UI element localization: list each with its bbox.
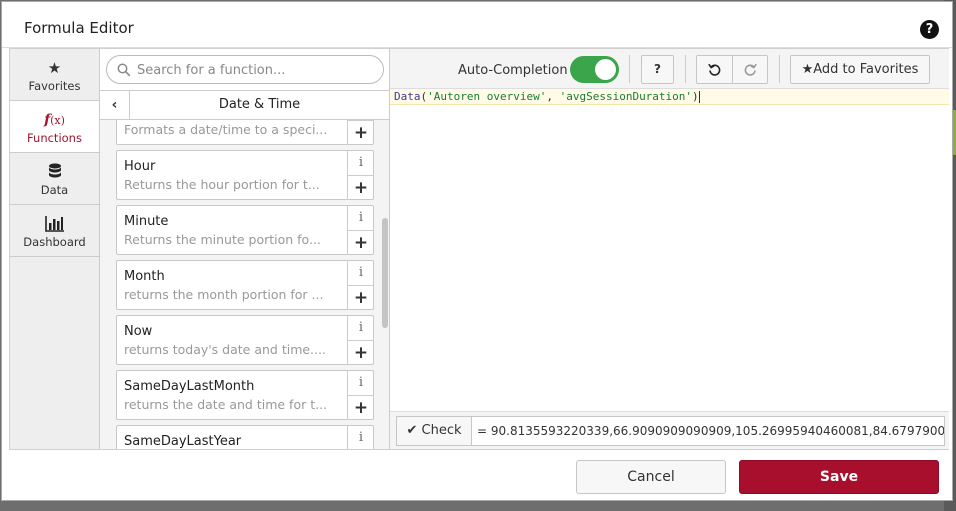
info-icon[interactable]: i [347, 371, 374, 395]
add-to-favorites-button[interactable]: ★Add to Favorites [790, 55, 930, 84]
checkmark-icon: ✔ [406, 423, 418, 438]
code-punctuation: ) [692, 90, 699, 103]
add-icon[interactable]: + [347, 175, 374, 200]
bar-chart-icon [10, 215, 99, 233]
add-icon[interactable]: + [347, 230, 374, 255]
function-description: returns the date and time for t... [124, 397, 328, 412]
function-list: Formats a date/time to a speci... i + Ho… [100, 120, 389, 449]
code-function: Data [394, 90, 421, 103]
function-list-scrollbar[interactable] [381, 120, 389, 449]
info-icon[interactable]: i [347, 151, 374, 175]
function-name: SameDayLastMonth [124, 379, 255, 394]
function-panel: ‹ Date & Time Formats a date/time to a s… [100, 49, 390, 449]
code-punctuation: , [546, 90, 560, 103]
formula-editor: Auto-Completion ? ★Add to Favorites Data… [390, 49, 949, 449]
toolbar-divider [779, 55, 780, 83]
formula-code-line[interactable]: Data('Autoren overview', 'avgSessionDura… [390, 89, 949, 105]
nav-label: Favorites [28, 79, 81, 93]
nav-label: Functions [27, 131, 82, 145]
function-description: Formats a date/time to a speci... [124, 122, 328, 137]
add-icon[interactable]: + [347, 340, 374, 365]
search-icon [117, 62, 131, 77]
check-bar: ✔ Check = 90.8135593220339,66.9090909090… [390, 411, 949, 449]
nav-label: Data [40, 183, 69, 197]
info-icon[interactable]: i [347, 426, 374, 449]
toggle-knob [595, 59, 616, 80]
scroll-thumb[interactable] [382, 218, 388, 328]
info-icon[interactable]: i [347, 261, 374, 285]
function-search [106, 55, 384, 84]
function-item[interactable]: SameDayLastYear i + [116, 425, 374, 449]
function-name: SameDayLastYear [124, 434, 242, 449]
dialog-title: Formula Editor [24, 19, 134, 37]
database-icon [10, 163, 99, 181]
chevron-left-icon[interactable]: ‹ [100, 91, 130, 119]
category-bar: ‹ Date & Time [100, 90, 389, 120]
nav-label: Dashboard [23, 235, 86, 249]
star-icon: ★ [47, 59, 62, 77]
formula-editor-dialog: Formula Editor ? ★ Favorites f(x) Functi… [1, 1, 953, 501]
function-name: Month [124, 269, 165, 284]
help-button[interactable]: ? [641, 55, 674, 84]
info-icon[interactable]: i [347, 206, 374, 230]
function-item[interactable]: SameDayLastMonth returns the date and ti… [116, 370, 374, 420]
cancel-button[interactable]: Cancel [576, 460, 726, 494]
save-button[interactable]: Save [739, 460, 939, 494]
undo-button[interactable] [696, 55, 733, 84]
toolbar-divider [685, 55, 686, 83]
add-icon[interactable]: + [347, 395, 374, 420]
dialog-title-bar: Formula Editor ? [2, 2, 952, 48]
redo-button[interactable] [733, 55, 768, 84]
function-icon: f(x) [44, 112, 65, 128]
function-item[interactable]: Month returns the month portion for ... … [116, 260, 374, 310]
function-description: Returns the minute portion fo... [124, 232, 321, 247]
code-string: 'avgSessionDuration' [559, 90, 693, 103]
nav-item-dashboard[interactable]: Dashboard [10, 205, 99, 257]
function-name: Hour [124, 159, 156, 174]
dialog-body: ★ Favorites f(x) Functions Data Dashboar… [9, 48, 949, 450]
autocomplete-label: Auto-Completion [458, 63, 568, 78]
autocomplete-toggle[interactable] [570, 56, 619, 83]
redo-icon [744, 62, 757, 77]
toolbar-divider [629, 55, 630, 83]
function-item[interactable]: Minute Returns the minute portion fo... … [116, 205, 374, 255]
star-icon: ★ [801, 62, 814, 77]
function-description: returns the month portion for ... [124, 287, 324, 302]
code-string: 'Autoren overview' [427, 90, 547, 103]
help-icon[interactable]: ? [920, 20, 939, 39]
search-input[interactable] [137, 60, 377, 80]
function-item[interactable]: Hour Returns the hour portion for t... i… [116, 150, 374, 200]
editor-toolbar: Auto-Completion ? ★Add to Favorites [390, 49, 949, 89]
check-label: Check [421, 423, 462, 438]
check-button[interactable]: ✔ Check [396, 416, 471, 446]
check-result: = 90.8135593220339,66.9090909090909,105.… [471, 416, 945, 446]
text-cursor [698, 91, 700, 103]
nav-item-favorites[interactable]: ★ Favorites [10, 49, 99, 101]
add-icon[interactable]: + [347, 120, 374, 145]
function-name: Minute [124, 214, 169, 229]
function-name: Now [124, 324, 153, 339]
function-item[interactable]: Now returns today's date and time.... i … [116, 315, 374, 365]
category-title: Date & Time [218, 97, 301, 112]
function-description: Returns the hour portion for t... [124, 177, 320, 192]
nav-item-data[interactable]: Data [10, 153, 99, 205]
favorites-label: Add to Favorites [813, 62, 919, 77]
nav-item-functions[interactable]: f(x) Functions [10, 101, 99, 153]
category-nav: ★ Favorites f(x) Functions Data Dashboar… [10, 49, 100, 449]
undo-icon [708, 62, 721, 77]
add-icon[interactable]: + [347, 285, 374, 310]
function-description: returns today's date and time.... [124, 342, 326, 357]
info-icon[interactable]: i [347, 316, 374, 340]
function-item[interactable]: Formats a date/time to a speci... i + [116, 120, 374, 145]
